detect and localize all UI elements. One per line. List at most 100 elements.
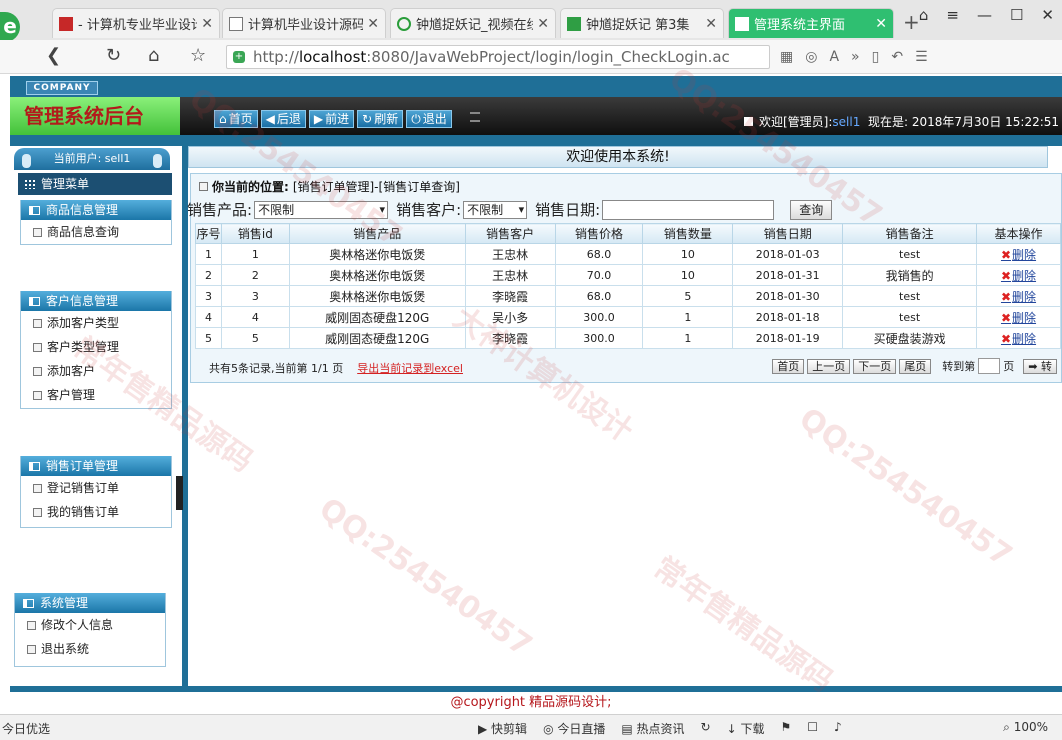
quick-edit-item[interactable]: ▶ 快剪辑 <box>478 720 527 737</box>
new-tab-button[interactable]: + <box>903 10 920 34</box>
product-select[interactable]: 不限制 <box>254 200 389 219</box>
back-button[interactable]: ◀ 后退 <box>260 110 306 128</box>
menu-item-register-order[interactable]: 登记销售订单 <box>21 476 171 500</box>
table-cell: 10 <box>642 264 734 286</box>
menu-item-logout[interactable]: 退出系统 <box>15 637 165 661</box>
menu-item-add-customer-type[interactable]: 添加客户类型 <box>21 311 171 335</box>
translate-icon[interactable]: A <box>829 49 839 65</box>
delete-link[interactable]: ✖删除 <box>1001 290 1036 304</box>
more-icon[interactable]: » <box>851 49 860 65</box>
menu-group-header[interactable]: 系统管理 <box>15 593 165 613</box>
address-bar-row: ❮ ↻ ⌂ ☆ + http://localhost:8080/JavaWebP… <box>0 40 1062 74</box>
url-input[interactable]: + http://localhost:8080/JavaWebProject/l… <box>226 45 770 69</box>
home-icon[interactable]: ⌂ <box>148 45 159 66</box>
window-icon[interactable]: ☐ <box>807 720 818 737</box>
home-button[interactable]: ⌂ 首页 <box>214 110 258 128</box>
arrow-right-icon: ➡ <box>1028 359 1038 373</box>
tab-close-icon[interactable]: ✕ <box>537 16 549 32</box>
delete-link[interactable]: ✖删除 <box>1001 248 1036 262</box>
menu-icon[interactable]: ≡ <box>946 6 959 24</box>
menu-title: 管理菜单 <box>18 173 172 195</box>
forward-button[interactable]: ▶ 前进 <box>308 110 355 128</box>
browser-tab[interactable]: - 计算机专业毕业设计 ✕ <box>52 8 220 38</box>
page-number-input[interactable] <box>978 358 1001 374</box>
tab-close-icon[interactable]: ✕ <box>201 16 213 32</box>
browser-tab[interactable]: 钟馗捉妖记_视频在线 ✕ <box>390 8 556 38</box>
menu-group-header[interactable]: 销售订单管理 <box>21 456 171 476</box>
tab-favicon-icon <box>59 16 73 31</box>
skin-icon[interactable]: ⌂ <box>919 6 929 24</box>
back-icon[interactable]: ❮ <box>46 45 61 66</box>
close-window-icon[interactable]: ✕ <box>1041 6 1054 24</box>
arrow-left-icon: ◀ <box>265 112 275 126</box>
delete-link[interactable]: ✖删除 <box>1001 269 1036 283</box>
export-excel-link[interactable]: 导出当前记录到excel <box>357 360 463 376</box>
refresh-button[interactable]: ↻ 刷新 <box>357 110 404 128</box>
sidebar-collapse-handle[interactable] <box>176 476 183 510</box>
date-input[interactable] <box>602 199 775 220</box>
menu-item-my-orders[interactable]: 我的销售订单 <box>21 500 171 524</box>
refresh-status-icon[interactable]: ↻ <box>701 720 711 737</box>
live-item[interactable]: ◎ 今日直播 <box>543 720 605 737</box>
knob-icon <box>22 154 31 168</box>
bookmark-star-icon[interactable]: ☆ <box>190 45 206 66</box>
tab-label: 计算机毕业设计源码 <box>248 18 364 33</box>
tab-close-icon[interactable]: ✕ <box>875 16 887 32</box>
table-cell: 买硬盘装游戏 <box>842 327 978 349</box>
maximize-icon[interactable]: ☐ <box>1010 6 1023 24</box>
col-header: 销售产品 <box>288 223 466 244</box>
apps-icon[interactable]: ▦ <box>780 49 793 65</box>
doc-icon <box>27 644 36 654</box>
delete-link[interactable]: ✖删除 <box>1001 332 1036 346</box>
browser-tab[interactable]: 钟馗捉妖记 第3集 ✕ <box>560 8 724 38</box>
table-cell: 奥林格迷你电饭煲 <box>288 264 466 286</box>
customer-select[interactable]: 不限制 <box>463 200 528 219</box>
next-page-button[interactable]: 下一页 <box>853 358 897 374</box>
last-page-button[interactable]: 尾页 <box>899 358 932 374</box>
status-items: ▶ 快剪辑 ◎ 今日直播 ▤ 热点资讯 ↻ ↓ 下载 ⚑ ☐ ♪ <box>478 720 842 737</box>
shield-ext-icon[interactable]: ◎ <box>805 49 817 65</box>
browser-menu-icon[interactable]: ☰ <box>915 49 928 65</box>
download-item[interactable]: ↓ 下载 <box>727 720 765 737</box>
menu-item-product-query[interactable]: 商品信息查询 <box>21 220 171 244</box>
logout-button[interactable]: ⏻ 退出 <box>406 110 452 128</box>
phone-icon[interactable]: ▯ <box>872 49 880 65</box>
square-icon <box>744 117 753 126</box>
menu-group-header[interactable]: 商品信息管理 <box>21 200 171 220</box>
page-suffix: 页 <box>1003 360 1015 373</box>
menu-group-header[interactable]: 客户信息管理 <box>21 291 171 311</box>
table-cell-actions: ✖删除 <box>976 243 1061 265</box>
tab-close-icon[interactable]: ✕ <box>367 16 379 32</box>
browser-tab[interactable]: 计算机毕业设计源码 ✕ <box>222 8 386 38</box>
status-left-text[interactable]: 今日优选 <box>2 720 50 737</box>
go-button[interactable]: ➡ 转 <box>1023 358 1057 374</box>
menu-item-customer-manage[interactable]: 客户管理 <box>21 383 171 407</box>
tab-label: 管理系统主界面 <box>754 18 846 33</box>
menu-item-add-customer[interactable]: 添加客户 <box>21 359 171 383</box>
sales-order-table: 序号 销售id 销售产品 销售客户 销售价格 销售数量 销售日期 销售备注 基本… <box>195 223 1061 349</box>
table-cell: 5 <box>642 285 734 307</box>
zoom-level[interactable]: ⌕ 100% <box>1003 720 1048 735</box>
doc-icon <box>33 318 42 328</box>
speaker-icon[interactable]: ♪ <box>834 720 842 737</box>
tab-close-icon[interactable]: ✕ <box>705 16 717 32</box>
browser-tab-active[interactable]: 管理系统主界面 ✕ <box>728 8 894 38</box>
header-menu-icon[interactable] <box>470 112 480 122</box>
sales-order-panel: 你当前的位置:[销售订单管理]-[销售订单查询] 销售产品: 不限制 销售客户:… <box>187 173 1062 383</box>
reload-icon[interactable]: ↻ <box>106 45 121 66</box>
sidebar: 当前用户: sell1 管理菜单 商品信息管理 商品信息查询 客户信息管理 添加… <box>10 146 183 686</box>
query-button[interactable]: 查询 <box>790 199 833 220</box>
table-cell: 王忠林 <box>464 243 556 265</box>
first-page-button[interactable]: 首页 <box>772 358 805 374</box>
news-item[interactable]: ▤ 热点资讯 <box>621 720 684 737</box>
flag-icon[interactable]: ⚑ <box>781 720 792 737</box>
delete-link[interactable]: ✖删除 <box>1001 311 1036 325</box>
doc-icon <box>33 483 42 493</box>
table-cell: 10 <box>642 243 734 265</box>
menu-item-customer-type-manage[interactable]: 客户类型管理 <box>21 335 171 359</box>
minimize-icon[interactable]: — <box>977 6 992 24</box>
menu-group-product: 商品信息管理 商品信息查询 <box>20 200 172 245</box>
undo-icon[interactable]: ↶ <box>891 49 903 65</box>
prev-page-button[interactable]: 上一页 <box>807 358 851 374</box>
menu-item-edit-profile[interactable]: 修改个人信息 <box>15 613 165 637</box>
